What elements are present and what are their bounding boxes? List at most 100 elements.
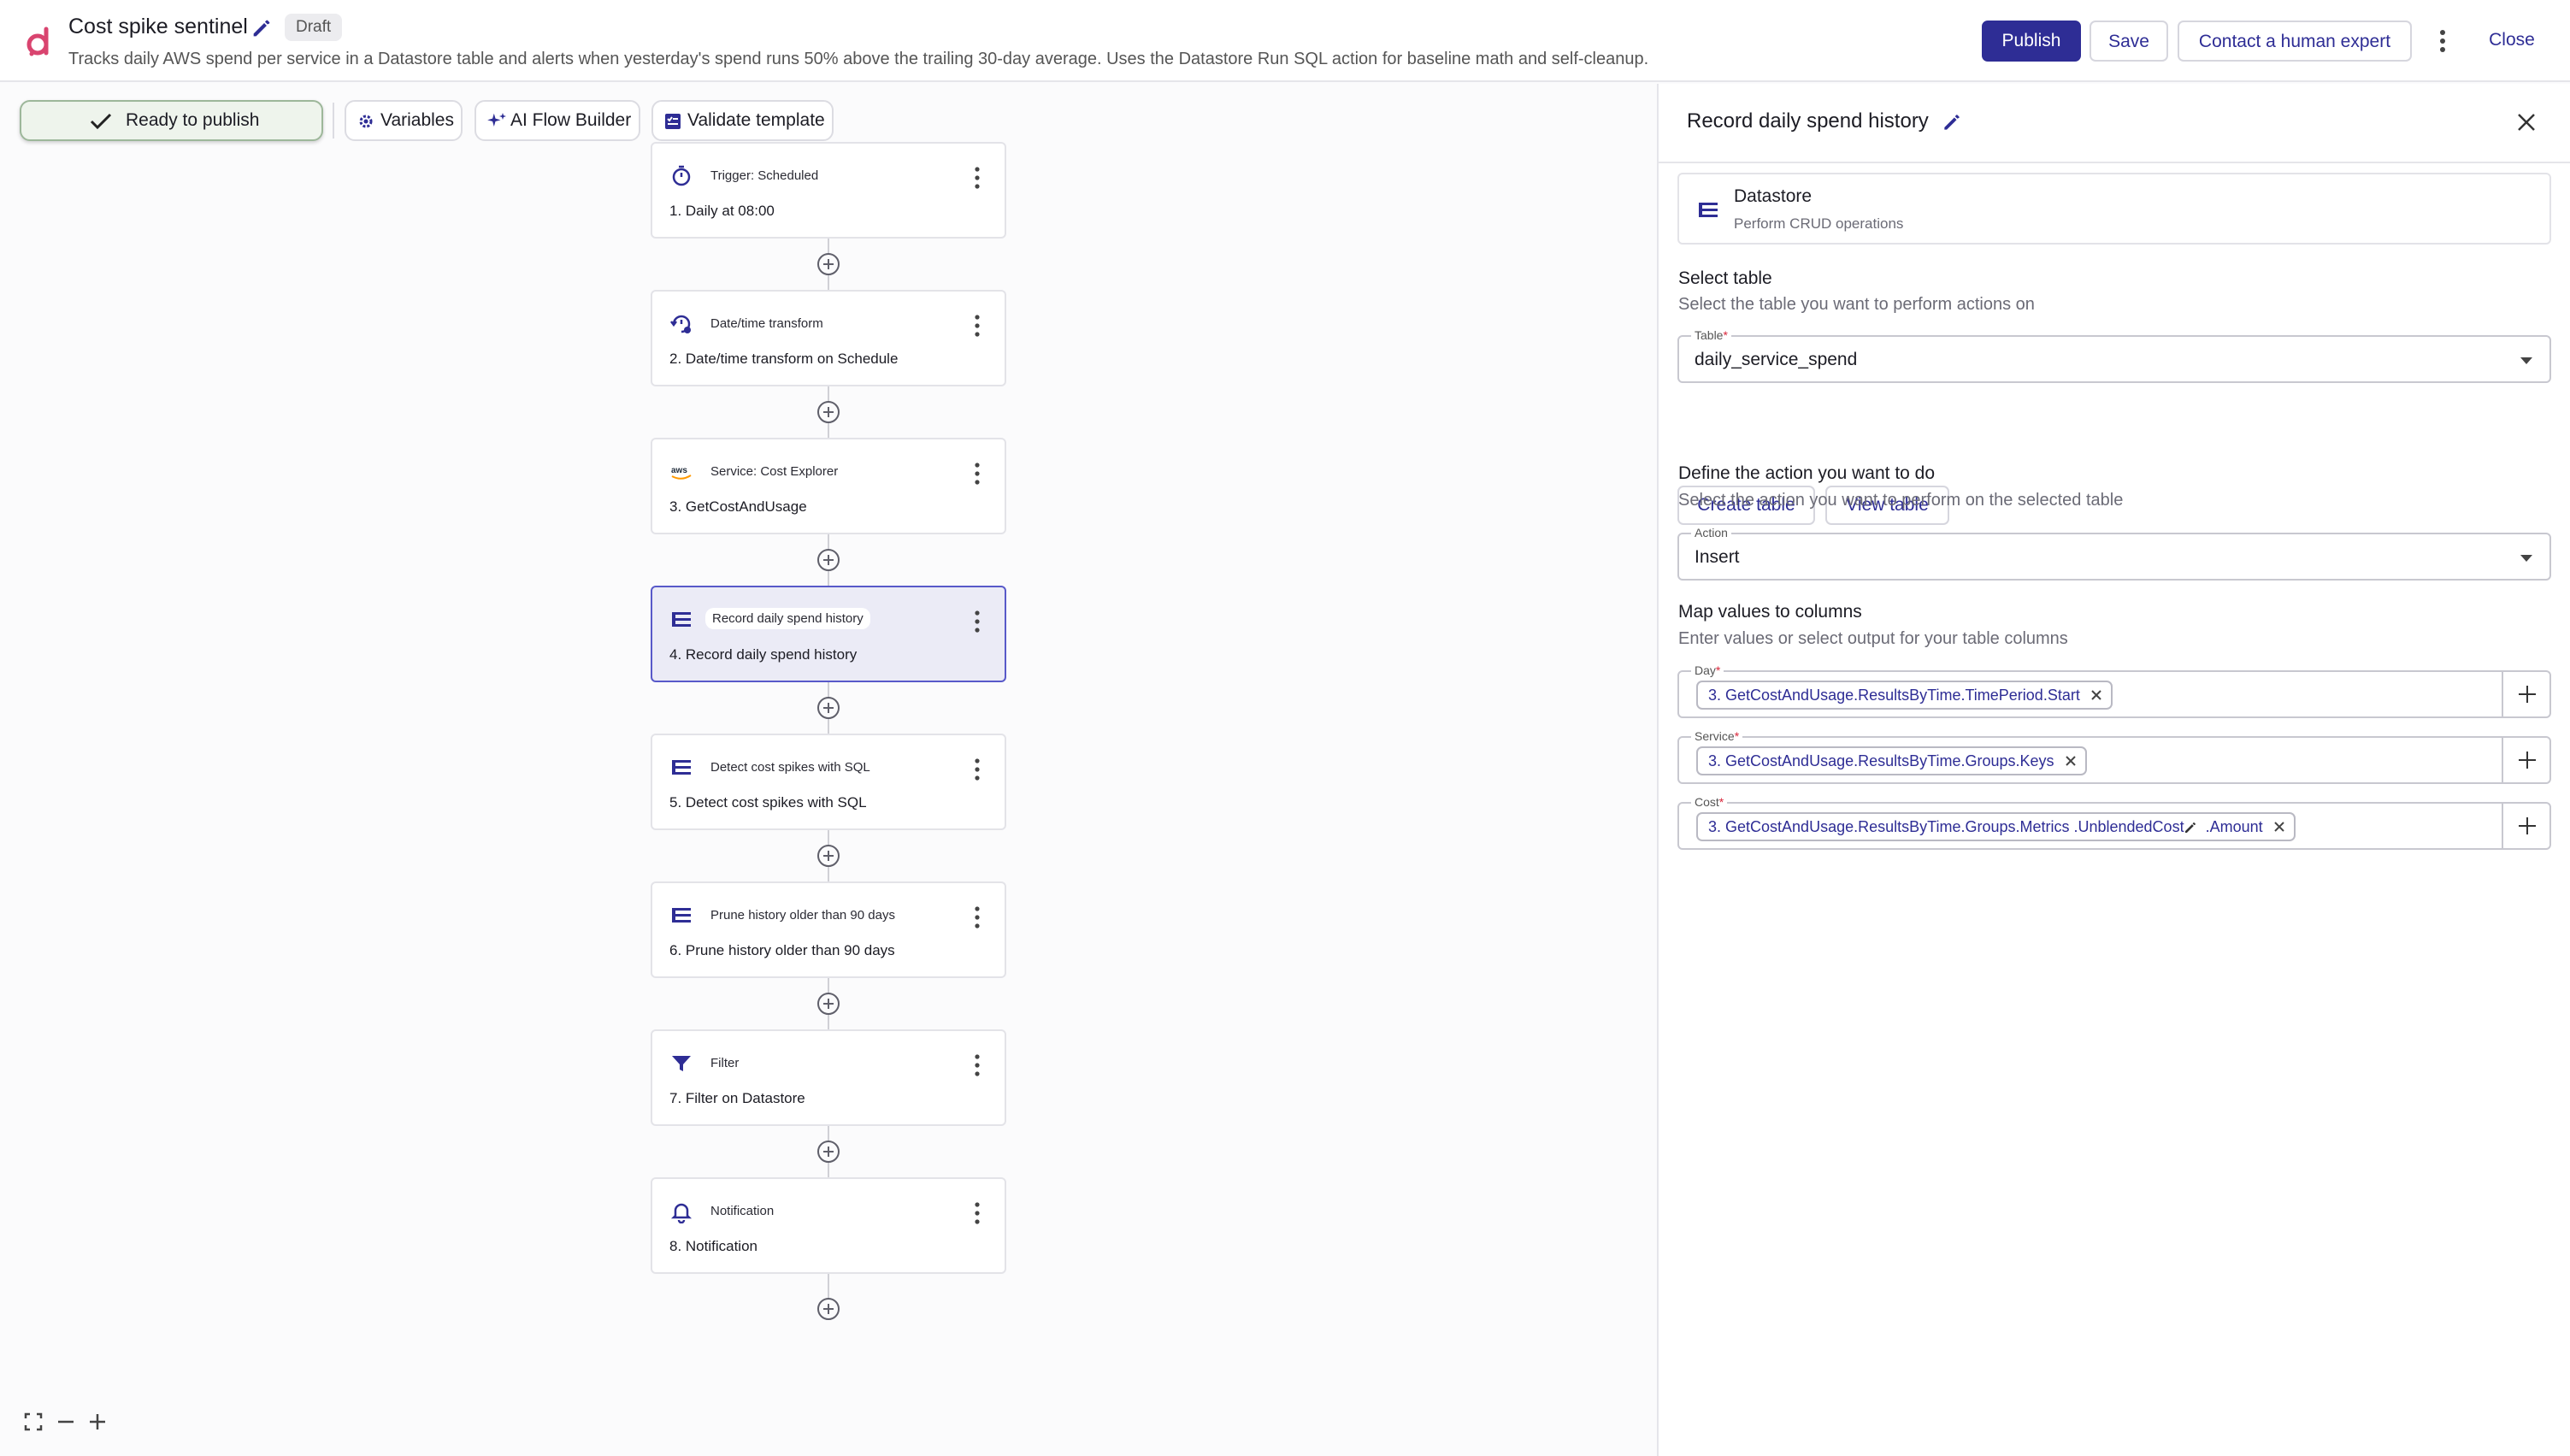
add-step-button[interactable]	[817, 1298, 840, 1320]
stopwatch-icon	[672, 165, 691, 186]
node-menu-icon[interactable]	[972, 757, 982, 782]
flow-node-filter[interactable]: Filter 7. Filter on Datastore	[651, 1029, 1006, 1126]
publish-button[interactable]: Publish	[1982, 21, 2081, 62]
status-badge: Draft	[285, 14, 343, 41]
action-heading: Define the action you want to do	[1678, 463, 1936, 483]
node-type-label: Record daily spend history	[705, 608, 870, 629]
ai-flow-builder-button[interactable]: AI Flow Builder	[475, 100, 640, 141]
variable-chip-text: 3. GetCostAndUsage.ResultsByTime.Groups.…	[1708, 752, 2054, 769]
node-menu-icon[interactable]	[972, 1200, 982, 1226]
service-description: Perform CRUD operations	[1734, 215, 1904, 232]
edit-step-name-icon[interactable]	[1941, 111, 1963, 133]
node-menu-icon[interactable]	[972, 461, 982, 486]
edit-title-icon[interactable]	[250, 16, 274, 40]
checklist-icon	[665, 114, 681, 129]
action-description: Select the action you want to perform on…	[1678, 491, 2124, 510]
mapping-heading: Map values to columns	[1678, 602, 1862, 622]
action-field-label: Action	[1691, 526, 1731, 539]
add-step-button[interactable]	[817, 253, 840, 275]
node-menu-icon[interactable]	[972, 165, 982, 191]
zoom-in-icon[interactable]	[88, 1412, 107, 1431]
column-day-field[interactable]: Day* 3. GetCostAndUsage.ResultsByTime.Ti…	[1677, 663, 2551, 718]
remove-chip-icon[interactable]	[2273, 821, 2285, 833]
node-menu-icon[interactable]	[972, 905, 982, 930]
edit-path-icon[interactable]	[2183, 820, 2198, 835]
node-type-label: Notification	[710, 1204, 775, 1218]
node-type-label: Filter	[710, 1056, 740, 1070]
select-table-heading: Select table	[1678, 268, 1772, 288]
variable-chip[interactable]: 3. GetCostAndUsage.ResultsByTime.TimePer…	[1696, 681, 2113, 710]
node-title: 2. Date/time transform on Schedule	[669, 351, 899, 367]
add-value-button[interactable]	[2502, 672, 2549, 716]
app-header: Cost spike sentinel Draft Tracks daily A…	[0, 0, 2570, 82]
save-button[interactable]: Save	[2090, 21, 2168, 62]
column-cost-field[interactable]: Cost* 3. GetCostAndUsage.ResultsByTime.G…	[1677, 795, 2551, 850]
node-menu-icon[interactable]	[972, 609, 982, 634]
chevron-down-icon	[2520, 555, 2532, 562]
add-step-button[interactable]	[817, 401, 840, 423]
checkmark-icon	[90, 113, 112, 130]
node-menu-icon[interactable]	[972, 313, 982, 339]
contact-expert-button[interactable]: Contact a human expert	[2178, 21, 2412, 62]
flow-node-record-spend[interactable]: Record daily spend history 4. Record dai…	[651, 586, 1006, 682]
flow-node-cost-explorer[interactable]: aws Service: Cost Explorer 3. GetCostAnd…	[651, 438, 1006, 534]
panel-title: Record daily spend history	[1687, 109, 1929, 133]
add-step-button[interactable]	[817, 549, 840, 571]
flow-node-datetime[interactable]: Date/time transform 2. Date/time transfo…	[651, 290, 1006, 386]
close-panel-icon[interactable]	[2515, 111, 2538, 133]
variables-button[interactable]: Variables	[345, 100, 463, 141]
action-value: Insert	[1695, 547, 1740, 567]
column-label: Cost*	[1691, 795, 1728, 809]
table-select[interactable]: Table* daily_service_spend	[1677, 328, 2551, 383]
add-step-button[interactable]	[817, 845, 840, 867]
variable-chip-suffix: .Amount	[2201, 818, 2263, 835]
mapping-description: Enter values or select output for your t…	[1678, 629, 2068, 648]
variable-chip-text: 3. GetCostAndUsage.ResultsByTime.TimePer…	[1708, 687, 2080, 704]
column-service-field[interactable]: Service* 3. GetCostAndUsage.ResultsByTim…	[1677, 729, 2551, 784]
variable-chip[interactable]: 3. GetCostAndUsage.ResultsByTime.Groups.…	[1696, 746, 2087, 775]
select-table-description: Select the table you want to perform act…	[1678, 295, 2035, 314]
node-menu-icon[interactable]	[972, 1052, 982, 1078]
column-label: Service*	[1691, 729, 1743, 743]
variable-chip[interactable]: 3. GetCostAndUsage.ResultsByTime.Groups.…	[1696, 812, 2296, 841]
flow-node-detect-spikes[interactable]: Detect cost spikes with SQL 5. Detect co…	[651, 734, 1006, 830]
validate-template-label: Validate template	[687, 110, 825, 130]
step-config-panel: Record daily spend history Datastore Per…	[1657, 84, 2570, 1456]
action-select[interactable]: Action Insert	[1677, 526, 2551, 581]
fit-view-icon[interactable]	[24, 1412, 43, 1431]
sparkle-icon	[487, 113, 506, 127]
node-type-label: Prune history older than 90 days	[710, 908, 895, 923]
node-title: 3. GetCostAndUsage	[669, 498, 807, 515]
add-step-button[interactable]	[817, 993, 840, 1015]
ai-flow-builder-label: AI Flow Builder	[510, 110, 632, 130]
datastore-icon	[672, 612, 691, 627]
close-button[interactable]: Close	[2462, 21, 2561, 62]
add-step-button[interactable]	[817, 697, 840, 719]
node-type-label: Detect cost spikes with SQL	[710, 760, 870, 775]
remove-chip-icon[interactable]	[2090, 689, 2102, 701]
service-name: Datastore	[1734, 186, 1813, 206]
datastore-icon	[672, 908, 691, 923]
add-value-button[interactable]	[2502, 804, 2549, 848]
ready-label: Ready to publish	[126, 110, 260, 130]
flow-node-trigger[interactable]: Trigger: Scheduled 1. Daily at 08:00	[651, 142, 1006, 239]
flow-canvas[interactable]: Ready to publish Variables AI Flow Build…	[0, 84, 1655, 1456]
datastore-icon	[1699, 203, 1718, 217]
flow-title: Cost spike sentinel	[68, 15, 248, 38]
flow-node-notification[interactable]: Notification 8. Notification	[651, 1177, 1006, 1274]
zoom-out-icon[interactable]	[56, 1412, 75, 1431]
remove-chip-icon[interactable]	[2065, 755, 2077, 767]
validate-template-button[interactable]: Validate template	[651, 100, 834, 141]
panel-divider	[1659, 162, 2570, 163]
table-field-label: Table*	[1691, 328, 1731, 342]
add-value-button[interactable]	[2502, 738, 2549, 782]
node-title: 7. Filter on Datastore	[669, 1090, 805, 1106]
flow-node-prune-history[interactable]: Prune history older than 90 days 6. Prun…	[651, 881, 1006, 978]
node-title: 1. Daily at 08:00	[669, 203, 775, 219]
add-step-button[interactable]	[817, 1141, 840, 1163]
more-options-button[interactable]	[2430, 21, 2455, 62]
clock-transform-icon	[670, 315, 691, 333]
filter-icon	[672, 1056, 691, 1071]
variables-label: Variables	[380, 110, 454, 130]
ready-to-publish-button[interactable]: Ready to publish	[20, 100, 323, 141]
